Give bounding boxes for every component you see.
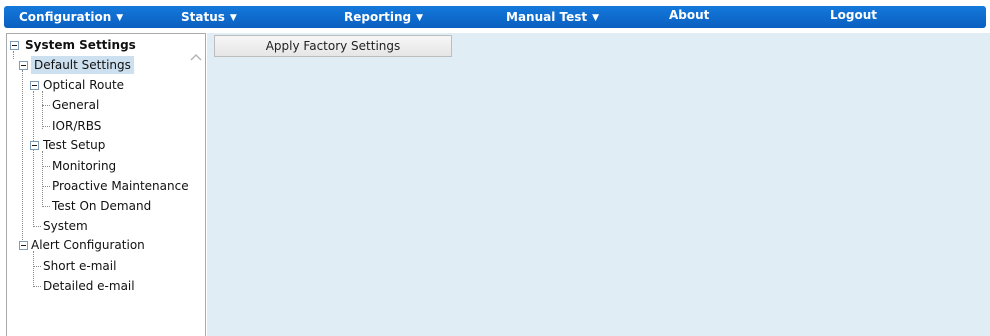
tree-connector xyxy=(42,206,50,207)
menu-configuration[interactable]: Configuration ▼ xyxy=(19,6,123,28)
tree-connector xyxy=(33,251,34,287)
tree-connector xyxy=(33,266,41,267)
menu-reporting[interactable]: Reporting ▼ xyxy=(344,6,423,28)
tree-connector xyxy=(42,151,43,207)
chevron-down-icon: ▼ xyxy=(416,13,424,23)
apply-factory-settings-button[interactable]: Apply Factory Settings xyxy=(214,35,452,57)
tree-item-system[interactable]: System xyxy=(43,217,88,235)
tree-item-proactive-maintenance[interactable]: Proactive Maintenance xyxy=(52,177,189,195)
tree-connector xyxy=(42,126,50,127)
tree-connector xyxy=(42,186,50,187)
chevron-down-icon: ▼ xyxy=(592,13,600,23)
menu-manual-test-label: Manual Test xyxy=(506,10,588,24)
tree-connector xyxy=(13,51,14,59)
chevron-up-icon xyxy=(190,53,202,61)
chevron-down-icon: ▼ xyxy=(229,13,237,23)
top-menu-bar: Configuration ▼ Status ▼ Reporting ▼ Manual… xyxy=(4,6,986,28)
tree-item-optical-route[interactable]: Optical Route xyxy=(43,76,124,94)
collapse-icon[interactable] xyxy=(30,141,39,150)
menu-configuration-label: Configuration xyxy=(19,10,112,24)
tree-item-detailed-email[interactable]: Detailed e-mail xyxy=(43,277,135,295)
tree-item-test-on-demand[interactable]: Test On Demand xyxy=(52,197,151,215)
menu-status[interactable]: Status ▼ xyxy=(181,6,237,28)
tree-connector xyxy=(33,226,41,227)
scroll-up-icon[interactable] xyxy=(190,52,202,62)
tree-connector xyxy=(33,91,34,227)
tree-item-general[interactable]: General xyxy=(52,96,99,114)
tree-connector xyxy=(42,105,50,106)
tree-item-default-settings[interactable]: Default Settings xyxy=(31,56,134,74)
tree-item-short-email[interactable]: Short e-mail xyxy=(43,257,116,275)
menu-status-label: Status xyxy=(181,10,225,24)
menu-manual-test[interactable]: Manual Test ▼ xyxy=(506,6,599,28)
collapse-icon[interactable] xyxy=(19,61,28,70)
tree-connector xyxy=(33,286,41,287)
tree-connector xyxy=(22,70,23,246)
tree-item-test-setup[interactable]: Test Setup xyxy=(43,136,105,154)
tree-connector xyxy=(42,91,43,129)
tree-connector xyxy=(42,166,50,167)
tree-item-alert-configuration[interactable]: Alert Configuration xyxy=(31,236,145,254)
collapse-icon[interactable] xyxy=(30,81,39,90)
main-content-area xyxy=(207,33,990,336)
tree-item-ior-rbs[interactable]: IOR/RBS xyxy=(52,117,101,135)
collapse-icon[interactable] xyxy=(10,41,19,50)
tree-item-system-settings[interactable]: System Settings xyxy=(25,36,136,54)
chevron-down-icon: ▼ xyxy=(116,13,124,23)
collapse-icon[interactable] xyxy=(19,241,28,250)
tree-item-monitoring[interactable]: Monitoring xyxy=(52,157,116,175)
menu-about[interactable]: About xyxy=(669,5,709,27)
menu-reporting-label: Reporting xyxy=(344,10,412,24)
menu-logout[interactable]: Logout xyxy=(830,5,877,27)
